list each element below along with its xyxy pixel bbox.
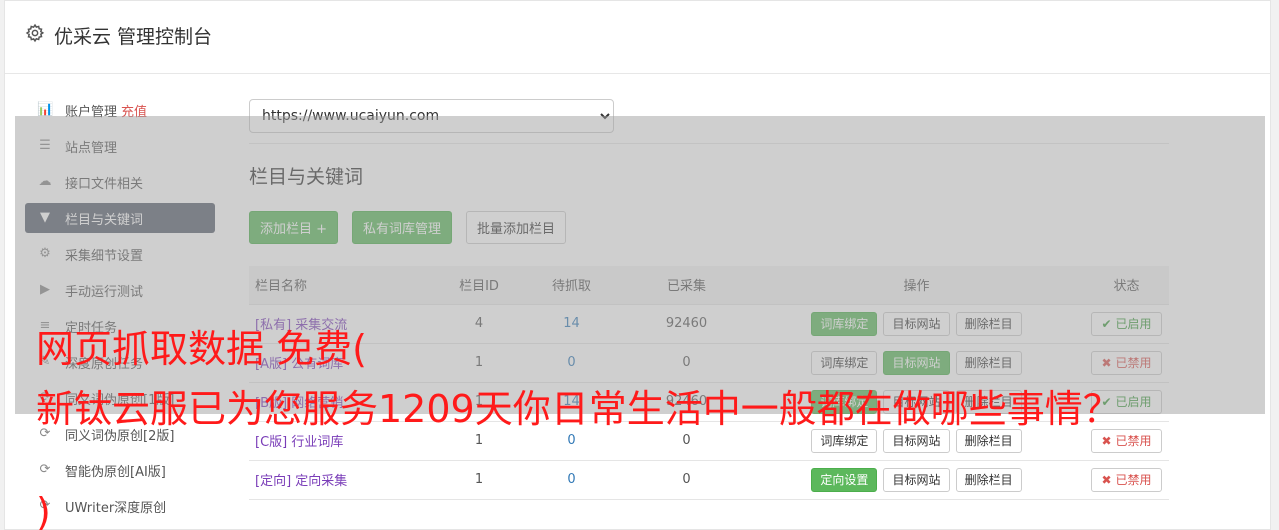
collected-count: 0 — [624, 459, 749, 500]
delete-column-button[interactable]: 删除栏目 — [955, 467, 1022, 492]
actions-cell: 定向设置 目标网站 删除栏目 — [749, 459, 1084, 500]
column-tag: [定向] — [255, 474, 292, 489]
target-site-button[interactable]: 目标网站 — [883, 467, 950, 492]
page-header: 优采云 管理控制台 — [5, 1, 1270, 74]
watermark-line-2: 新钛云服已为您服务1209天你日常生活中一般都在做哪些事情？ — [36, 387, 1121, 431]
sidebar-item[interactable]: ⟳ 智能伪原创[AI版] — [25, 455, 215, 485]
sidebar-item[interactable]: ⟳ UWriter深度原创 — [25, 491, 215, 521]
status-label: 已禁用 — [1115, 433, 1152, 448]
cross-icon: ✖ — [1101, 472, 1112, 487]
status-cell: ✖ 已禁用 — [1084, 459, 1169, 500]
bind-lexicon-button[interactable]: 定向设置 — [811, 467, 878, 492]
refresh-icon: ⟳ — [39, 462, 51, 477]
column-tag: [C版] — [255, 435, 288, 450]
sidebar-item-label: UWriter深度原创 — [65, 500, 167, 516]
watermark-line-3: ) — [36, 490, 51, 530]
sidebar-item-label: 智能伪原创[AI版] — [65, 464, 166, 480]
status-label: 已禁用 — [1115, 472, 1152, 487]
column-name-link[interactable]: 行业词库 — [291, 435, 343, 450]
watermark-line-1: 网页抓取数据 免费( — [36, 327, 367, 371]
column-id: 1 — [439, 459, 519, 500]
page-title: 优采云 管理控制台 — [54, 26, 213, 48]
column-name-link[interactable]: 定向采集 — [295, 474, 347, 489]
status-toggle[interactable]: ✖ 已禁用 — [1090, 467, 1163, 492]
cross-icon: ✖ — [1101, 433, 1112, 448]
table-row: [定向] 定向采集 1 0 0 定向设置 目标网站 删除栏目 ✖ 已禁用 — [249, 459, 1169, 500]
gear-icon — [25, 23, 45, 43]
pending-count[interactable]: 0 — [519, 459, 624, 500]
column-name-cell: [定向] 定向采集 — [249, 459, 439, 500]
